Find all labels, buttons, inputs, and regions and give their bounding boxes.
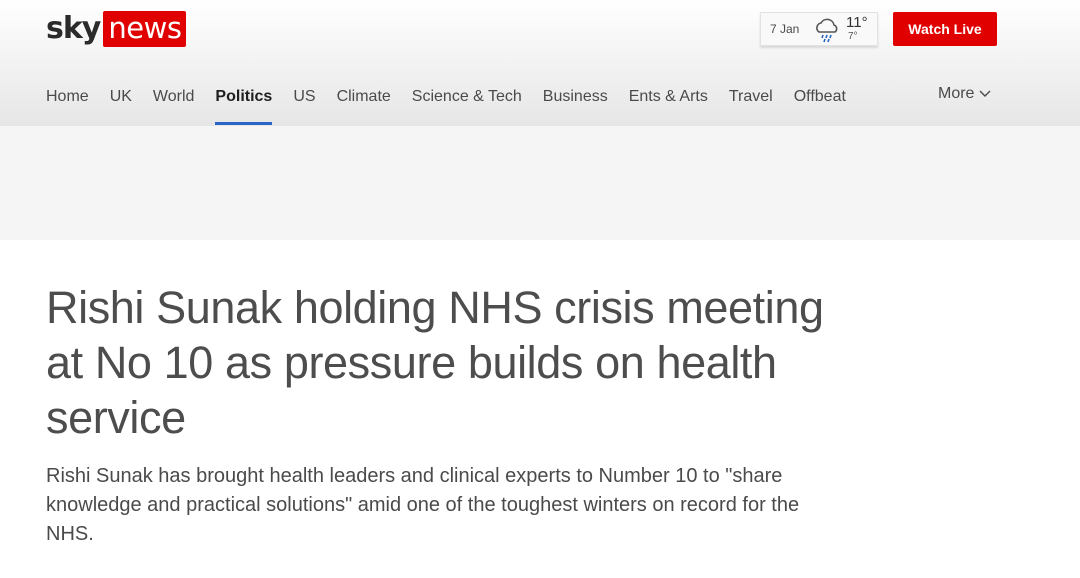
nav-item-science-tech[interactable]: Science & Tech xyxy=(412,84,522,126)
chevron-down-icon xyxy=(979,90,991,97)
primary-nav: Home UK World Politics US Climate Scienc… xyxy=(46,84,867,126)
nav-item-offbeat[interactable]: Offbeat xyxy=(794,84,846,126)
nav-more-label: More xyxy=(938,85,975,102)
rain-cloud-icon xyxy=(816,18,838,43)
nav-item-uk[interactable]: UK xyxy=(110,84,132,126)
nav-item-ents-arts[interactable]: Ents & Arts xyxy=(629,84,708,126)
article-headline: Rishi Sunak holding NHS crisis meeting a… xyxy=(46,282,824,443)
logo-news-text: news xyxy=(103,11,187,47)
nav-item-travel[interactable]: Travel xyxy=(729,84,773,126)
sky-news-logo[interactable]: sky news xyxy=(46,11,187,47)
logo-sky-text: sky xyxy=(46,11,101,46)
advert-placeholder xyxy=(0,126,1080,240)
nav-item-world[interactable]: World xyxy=(153,84,195,126)
weather-date: 7 Jan xyxy=(770,22,800,36)
article-standfirst: Rishi Sunak has brought health leaders a… xyxy=(46,465,800,545)
watch-live-button[interactable]: Watch Live xyxy=(893,12,997,46)
nav-item-climate[interactable]: Climate xyxy=(337,84,391,126)
nav-more-button[interactable]: More xyxy=(938,85,991,103)
masthead: sky news 7 Jan 11° 7° Watch Live Home UK… xyxy=(0,0,1080,126)
weather-high-temp: 11° xyxy=(846,14,868,31)
weather-low-temp: 7° xyxy=(848,31,858,42)
nav-item-politics[interactable]: Politics xyxy=(215,84,272,126)
nav-item-home[interactable]: Home xyxy=(46,84,89,126)
weather-widget[interactable]: 7 Jan 11° 7° xyxy=(760,12,878,46)
nav-item-us[interactable]: US xyxy=(293,84,315,126)
nav-item-business[interactable]: Business xyxy=(543,84,608,126)
